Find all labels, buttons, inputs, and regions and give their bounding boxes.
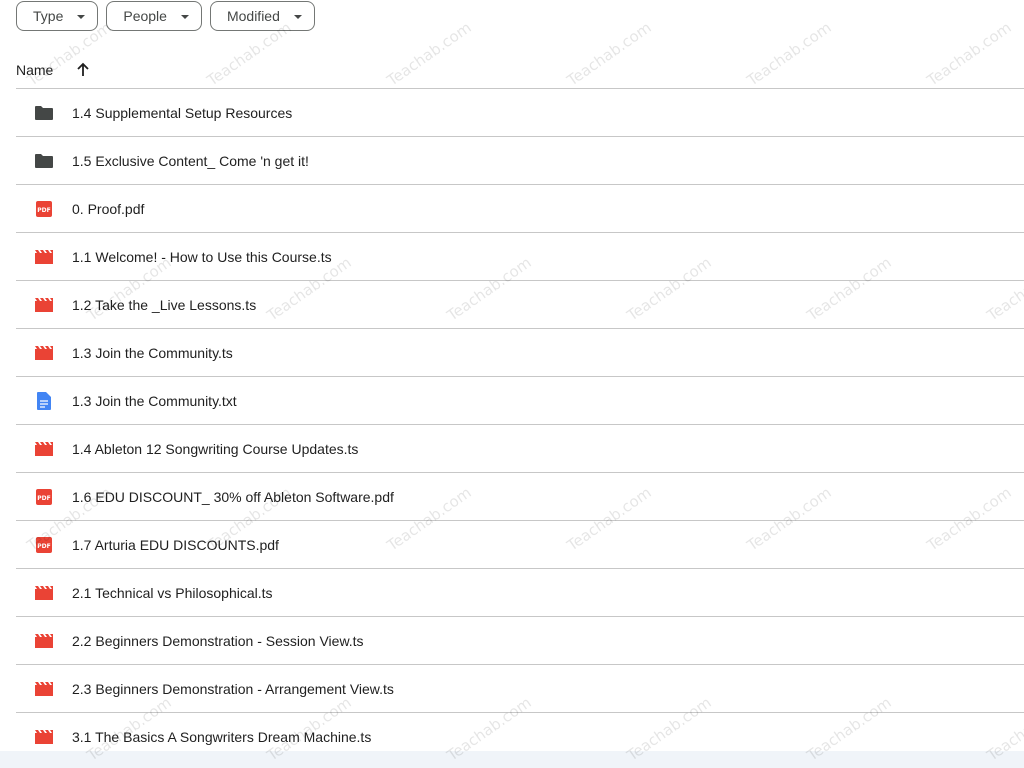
chevron-down-icon bbox=[293, 14, 302, 19]
file-row[interactable]: PDF 1.7 Arturia EDU DISCOUNTS.pdf bbox=[16, 521, 1024, 569]
file-row[interactable]: 2.2 Beginners Demonstration - Session Vi… bbox=[16, 617, 1024, 665]
file-name: 0. Proof.pdf bbox=[72, 200, 145, 217]
file-name: 1.3 Join the Community.ts bbox=[72, 344, 233, 361]
video-icon bbox=[34, 439, 54, 459]
chevron-down-icon bbox=[77, 14, 86, 19]
file-row[interactable]: 1.3 Join the Community.txt bbox=[16, 377, 1024, 425]
file-row[interactable]: 1.4 Ableton 12 Songwriting Course Update… bbox=[16, 425, 1024, 473]
file-name: 1.3 Join the Community.txt bbox=[72, 392, 237, 409]
file-name: 2.1 Technical vs Philosophical.ts bbox=[72, 584, 273, 601]
video-icon bbox=[34, 295, 54, 315]
file-name: 1.6 EDU DISCOUNT_ 30% off Ableton Softwa… bbox=[72, 488, 394, 505]
file-row[interactable]: 1.3 Join the Community.ts bbox=[16, 329, 1024, 377]
type-filter-label: Type bbox=[33, 8, 64, 24]
folder-icon bbox=[34, 151, 54, 171]
file-row[interactable]: 2.3 Beginners Demonstration - Arrangemen… bbox=[16, 665, 1024, 713]
file-list-header: Name bbox=[16, 52, 1024, 89]
video-icon bbox=[34, 247, 54, 267]
file-row[interactable]: PDF 0. Proof.pdf bbox=[16, 185, 1024, 233]
svg-text:PDF: PDF bbox=[37, 207, 50, 214]
file-name: 3.1 The Basics A Songwriters Dream Machi… bbox=[72, 728, 372, 745]
video-icon bbox=[34, 679, 54, 699]
filter-bar: Type People Modified bbox=[16, 1, 315, 31]
file-name: 1.2 Take the _Live Lessons.ts bbox=[72, 296, 257, 313]
file-row[interactable]: 1.1 Welcome! - How to Use this Course.ts bbox=[16, 233, 1024, 281]
svg-text:PDF: PDF bbox=[37, 543, 50, 550]
file-name: 1.1 Welcome! - How to Use this Course.ts bbox=[72, 248, 332, 265]
file-row[interactable]: PDF 1.6 EDU DISCOUNT_ 30% off Ableton Sof… bbox=[16, 473, 1024, 521]
modified-filter-label: Modified bbox=[226, 8, 280, 24]
people-filter-label: People bbox=[123, 8, 167, 24]
file-name: 1.4 Supplemental Setup Resources bbox=[72, 104, 293, 121]
file-row[interactable]: 1.2 Take the _Live Lessons.ts bbox=[16, 281, 1024, 329]
file-row[interactable]: 2.1 Technical vs Philosophical.ts bbox=[16, 569, 1024, 617]
svg-text:PDF: PDF bbox=[37, 495, 50, 502]
video-icon bbox=[34, 343, 54, 363]
pdf-icon: PDF bbox=[34, 535, 54, 555]
pdf-icon: PDF bbox=[34, 487, 54, 507]
name-column-header[interactable]: Name bbox=[16, 62, 53, 78]
bottom-bar bbox=[0, 751, 1024, 768]
chevron-down-icon bbox=[180, 14, 189, 19]
video-icon bbox=[34, 727, 54, 747]
modified-filter-chip[interactable]: Modified bbox=[209, 1, 315, 31]
video-icon bbox=[34, 631, 54, 651]
file-list: 1.4 Supplemental Setup Resources 1.5 Excl… bbox=[16, 89, 1024, 761]
video-icon bbox=[34, 583, 54, 603]
file-name: 1.5 Exclusive Content_ Come 'n get it! bbox=[72, 152, 309, 169]
type-filter-chip[interactable]: Type bbox=[16, 1, 99, 31]
sort-ascending-icon[interactable] bbox=[75, 62, 91, 78]
file-name: 2.2 Beginners Demonstration - Session Vi… bbox=[72, 632, 364, 649]
file-row[interactable]: 1.5 Exclusive Content_ Come 'n get it! bbox=[16, 137, 1024, 185]
people-filter-chip[interactable]: People bbox=[106, 1, 202, 31]
folder-icon bbox=[34, 103, 54, 123]
file-name: 1.4 Ableton 12 Songwriting Course Update… bbox=[72, 440, 359, 457]
file-name: 2.3 Beginners Demonstration - Arrangemen… bbox=[72, 680, 394, 697]
pdf-icon: PDF bbox=[34, 199, 54, 219]
file-row[interactable]: 1.4 Supplemental Setup Resources bbox=[16, 89, 1024, 137]
file-name: 1.7 Arturia EDU DISCOUNTS.pdf bbox=[72, 536, 279, 553]
text-doc-icon bbox=[34, 391, 54, 411]
